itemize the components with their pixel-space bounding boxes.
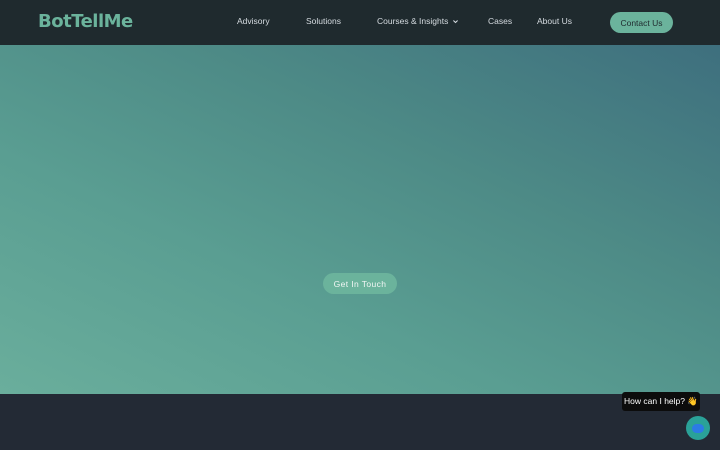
nav-link-cases[interactable]: Cases (488, 16, 512, 26)
nav-link-courses-insights[interactable]: Courses & Insights (377, 16, 459, 26)
get-in-touch-button[interactable]: Get In Touch (323, 273, 397, 294)
hero-section: Get In Touch (0, 45, 720, 394)
top-navbar: BotTellMe Advisory Solutions Courses & I… (0, 0, 720, 45)
chat-launcher-button[interactable] (686, 416, 710, 440)
chevron-down-icon (453, 20, 459, 24)
chat-bubble-icon (692, 423, 704, 433)
contact-us-button[interactable]: Contact Us (610, 12, 673, 33)
nav-link-solutions[interactable]: Solutions (306, 16, 341, 26)
nav-link-courses-insights-label: Courses & Insights (377, 16, 449, 26)
nav-link-advisory[interactable]: Advisory (237, 16, 270, 26)
lower-section (0, 394, 720, 450)
chat-help-bubble[interactable]: How can I help? 👋 (622, 392, 700, 411)
brand-logo[interactable]: BotTellMe (38, 11, 133, 32)
nav-link-about-us[interactable]: About Us (537, 16, 572, 26)
